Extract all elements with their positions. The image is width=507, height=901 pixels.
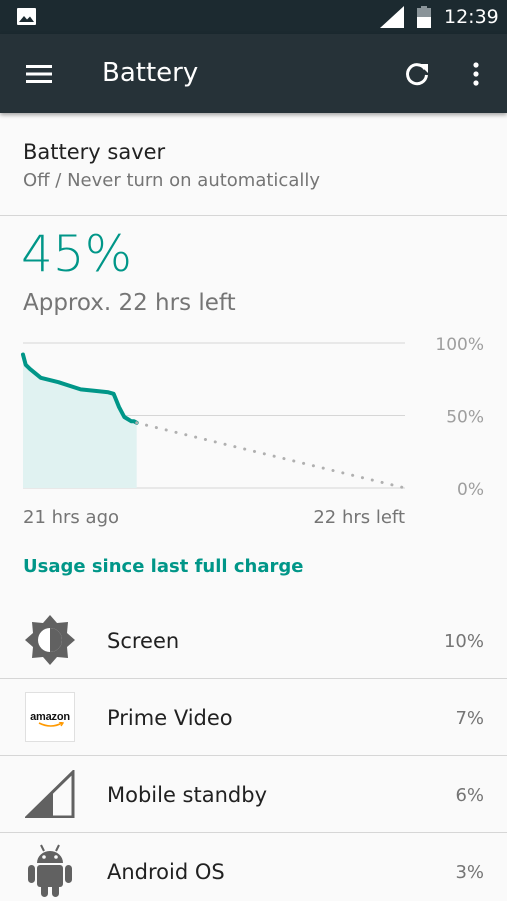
page-title: Battery xyxy=(102,58,199,88)
projection-line xyxy=(135,421,407,490)
usage-item-percent: 7% xyxy=(455,708,484,729)
battery-icon xyxy=(417,6,431,28)
usage-item-name: Mobile standby xyxy=(107,783,268,807)
more-vert-icon xyxy=(473,62,479,86)
usage-item-screen[interactable]: Screen 10% xyxy=(0,602,507,679)
usage-section-header: Usage since last full charge xyxy=(23,556,304,577)
usage-item-mobile-standby[interactable]: Mobile standby 6% xyxy=(0,756,507,833)
x-start-label: 21 hrs ago xyxy=(23,507,119,528)
usage-item-name: Screen xyxy=(107,629,180,653)
battery-estimate: Approx. 22 hrs left xyxy=(23,290,236,316)
y-tick-label: 50% xyxy=(446,408,484,428)
refresh-button[interactable] xyxy=(394,50,440,98)
usage-item-name: Prime Video xyxy=(107,706,233,730)
amazon-app-icon: amazon xyxy=(23,690,77,744)
battery-saver-status: Off / Never turn on automatically xyxy=(23,170,320,191)
battery-level: 45% xyxy=(21,225,133,283)
cell-signal-icon xyxy=(23,767,77,821)
history-area xyxy=(23,354,137,488)
refresh-icon xyxy=(406,63,428,86)
x-end-label: 22 hrs left xyxy=(313,507,405,528)
app-bar: Battery xyxy=(0,34,507,113)
more-options-button[interactable] xyxy=(454,50,498,98)
usage-item-name: Android OS xyxy=(107,860,225,884)
usage-item-percent: 10% xyxy=(443,631,484,652)
battery-saver-setting[interactable]: Battery saver Off / Never turn on automa… xyxy=(0,113,507,215)
gallery-icon xyxy=(17,8,36,25)
battery-saver-title: Battery saver xyxy=(23,140,166,164)
status-time: 12:39 xyxy=(444,6,499,28)
usage-item-android-os[interactable]: Android OS 3% xyxy=(0,833,507,901)
menu-icon xyxy=(26,65,52,83)
usage-item-percent: 6% xyxy=(455,785,484,806)
y-tick-label: 100% xyxy=(435,335,484,355)
usage-item-percent: 3% xyxy=(455,862,484,883)
cell-signal-icon xyxy=(380,6,404,28)
y-tick-label: 0% xyxy=(457,480,484,500)
menu-button[interactable] xyxy=(14,50,64,98)
brightness-icon xyxy=(23,613,77,667)
android-icon xyxy=(23,844,77,898)
battery-history-chart: 100% 50% 0% 21 hrs ago 22 hrs left xyxy=(21,335,484,528)
status-bar: 12:39 xyxy=(0,0,507,34)
divider xyxy=(0,215,507,216)
usage-item-prime-video[interactable]: amazon Prime Video 7% xyxy=(0,679,507,756)
